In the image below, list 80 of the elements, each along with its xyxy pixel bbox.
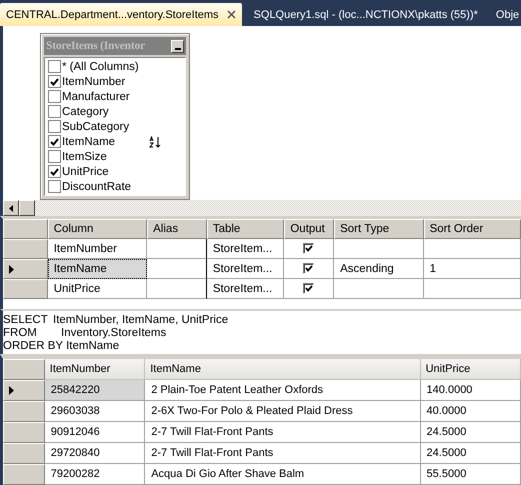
result-cell: 2-6X Two-For Polo & Pleated Plaid Dress: [145, 401, 421, 422]
checkbox[interactable]: [48, 60, 61, 73]
grid-cell[interactable]: [334, 279, 424, 299]
grid-cell[interactable]: [334, 239, 424, 259]
result-cell: 55.5000: [420, 464, 521, 485]
column-name[interactable]: DiscountRate: [62, 180, 148, 192]
result-cell: 2 Plain-Toe Patent Leather Oxfords: [145, 380, 421, 401]
grid-cell[interactable]: [424, 239, 521, 259]
result-cell: 29720840: [44, 443, 146, 464]
checkbox[interactable]: [48, 165, 61, 178]
column-name[interactable]: Category: [62, 106, 148, 118]
grid-cell[interactable]: ItemName: [48, 259, 148, 279]
row-pointer-icon: [9, 264, 14, 274]
column-header[interactable]: ItemNumber: [44, 359, 146, 380]
grid-cell[interactable]: Ascending: [334, 259, 424, 279]
close-icon[interactable]: [226, 10, 236, 19]
grid-cell[interactable]: StoreItem...: [206, 239, 284, 259]
column-name[interactable]: UnitPrice: [62, 166, 148, 178]
column-name[interactable]: SubCategory: [62, 120, 148, 132]
result-cell: 24.5000: [420, 443, 521, 464]
column-header[interactable]: Column: [48, 219, 148, 239]
result-cell: 29603038: [44, 401, 146, 422]
column-name[interactable]: ItemSize: [62, 150, 148, 162]
document-tab[interactable]: CENTRAL.Department...ventory.StoreItems: [0, 3, 242, 26]
grid-cell[interactable]: UnitPrice: [48, 279, 148, 299]
sql-keyword: SELECT: [3, 314, 49, 326]
left-arrow-icon: [9, 204, 13, 212]
row-pointer-icon: [9, 386, 14, 395]
row-header: [3, 359, 45, 380]
column-header[interactable]: Sort Order: [424, 219, 521, 239]
row-header[interactable]: [3, 259, 48, 279]
column-header[interactable]: Table: [206, 219, 284, 239]
column-header[interactable]: ItemName: [145, 359, 421, 380]
grid-cell[interactable]: [424, 279, 521, 299]
result-cell: 2-7 Twill Flat-Front Pants: [145, 422, 421, 443]
grid-cell[interactable]: [147, 279, 207, 299]
column-header[interactable]: Output: [284, 219, 334, 239]
checkbox[interactable]: [48, 75, 61, 88]
result-cell: 79200282: [44, 464, 146, 485]
column-name[interactable]: * (All Columns): [62, 60, 148, 72]
sql-keyword: ORDER BY: [3, 340, 64, 352]
checkbox[interactable]: [48, 120, 61, 133]
result-cell: 24.5000: [420, 422, 521, 443]
result-cell: 90912046: [44, 422, 146, 443]
column-name[interactable]: ItemNumber: [62, 76, 148, 88]
table-title: StoreItems (Inventor: [46, 40, 146, 52]
column-header[interactable]: Sort Type: [334, 219, 424, 239]
scroll-left-button[interactable]: [3, 200, 19, 216]
sql-text: ItemNumber, ItemName, UnitPrice: [53, 314, 228, 326]
sql-keyword: FROM: [3, 326, 38, 338]
scroll-thumb[interactable]: [19, 200, 35, 216]
grid-cell[interactable]: 1: [424, 259, 521, 279]
column-header[interactable]: Alias: [147, 219, 207, 239]
row-header[interactable]: [3, 380, 45, 401]
document-tab[interactable]: SQLQuery1.sql - (loc...NCTIONX\pkatts (55))*: [248, 3, 484, 26]
result-cell: 40.0000: [420, 401, 521, 422]
column-header[interactable]: UnitPrice: [420, 359, 521, 380]
grid-cell[interactable]: StoreItem...: [206, 259, 284, 279]
result-cell: 2-7 Twill Flat-Front Pants: [145, 443, 421, 464]
grid-cell[interactable]: [147, 239, 207, 259]
document-tab[interactable]: Obje: [490, 3, 521, 26]
result-cell: 140.0000: [420, 380, 521, 401]
column-name[interactable]: ItemName: [62, 136, 148, 148]
output-checkbox[interactable]: [303, 283, 314, 294]
checkbox[interactable]: [48, 105, 61, 118]
checkbox[interactable]: [48, 135, 61, 148]
checkbox[interactable]: [48, 90, 61, 103]
grid-cell[interactable]: StoreItem...: [206, 279, 284, 299]
column-name[interactable]: Manufacturer: [62, 90, 148, 102]
checkbox[interactable]: [48, 150, 61, 163]
result-cell: Acqua Di Gio After Shave Balm: [145, 464, 421, 485]
checkbox[interactable]: [48, 180, 61, 193]
sql-text: Inventory.StoreItems: [61, 326, 166, 338]
row-header: [3, 219, 48, 239]
sql-text: ItemName: [66, 340, 120, 352]
grid-cell[interactable]: [147, 259, 207, 279]
output-checkbox[interactable]: [303, 243, 314, 254]
output-checkbox[interactable]: [303, 263, 314, 274]
result-cell: 25842220: [44, 380, 146, 401]
minimize-button[interactable]: [171, 40, 184, 52]
